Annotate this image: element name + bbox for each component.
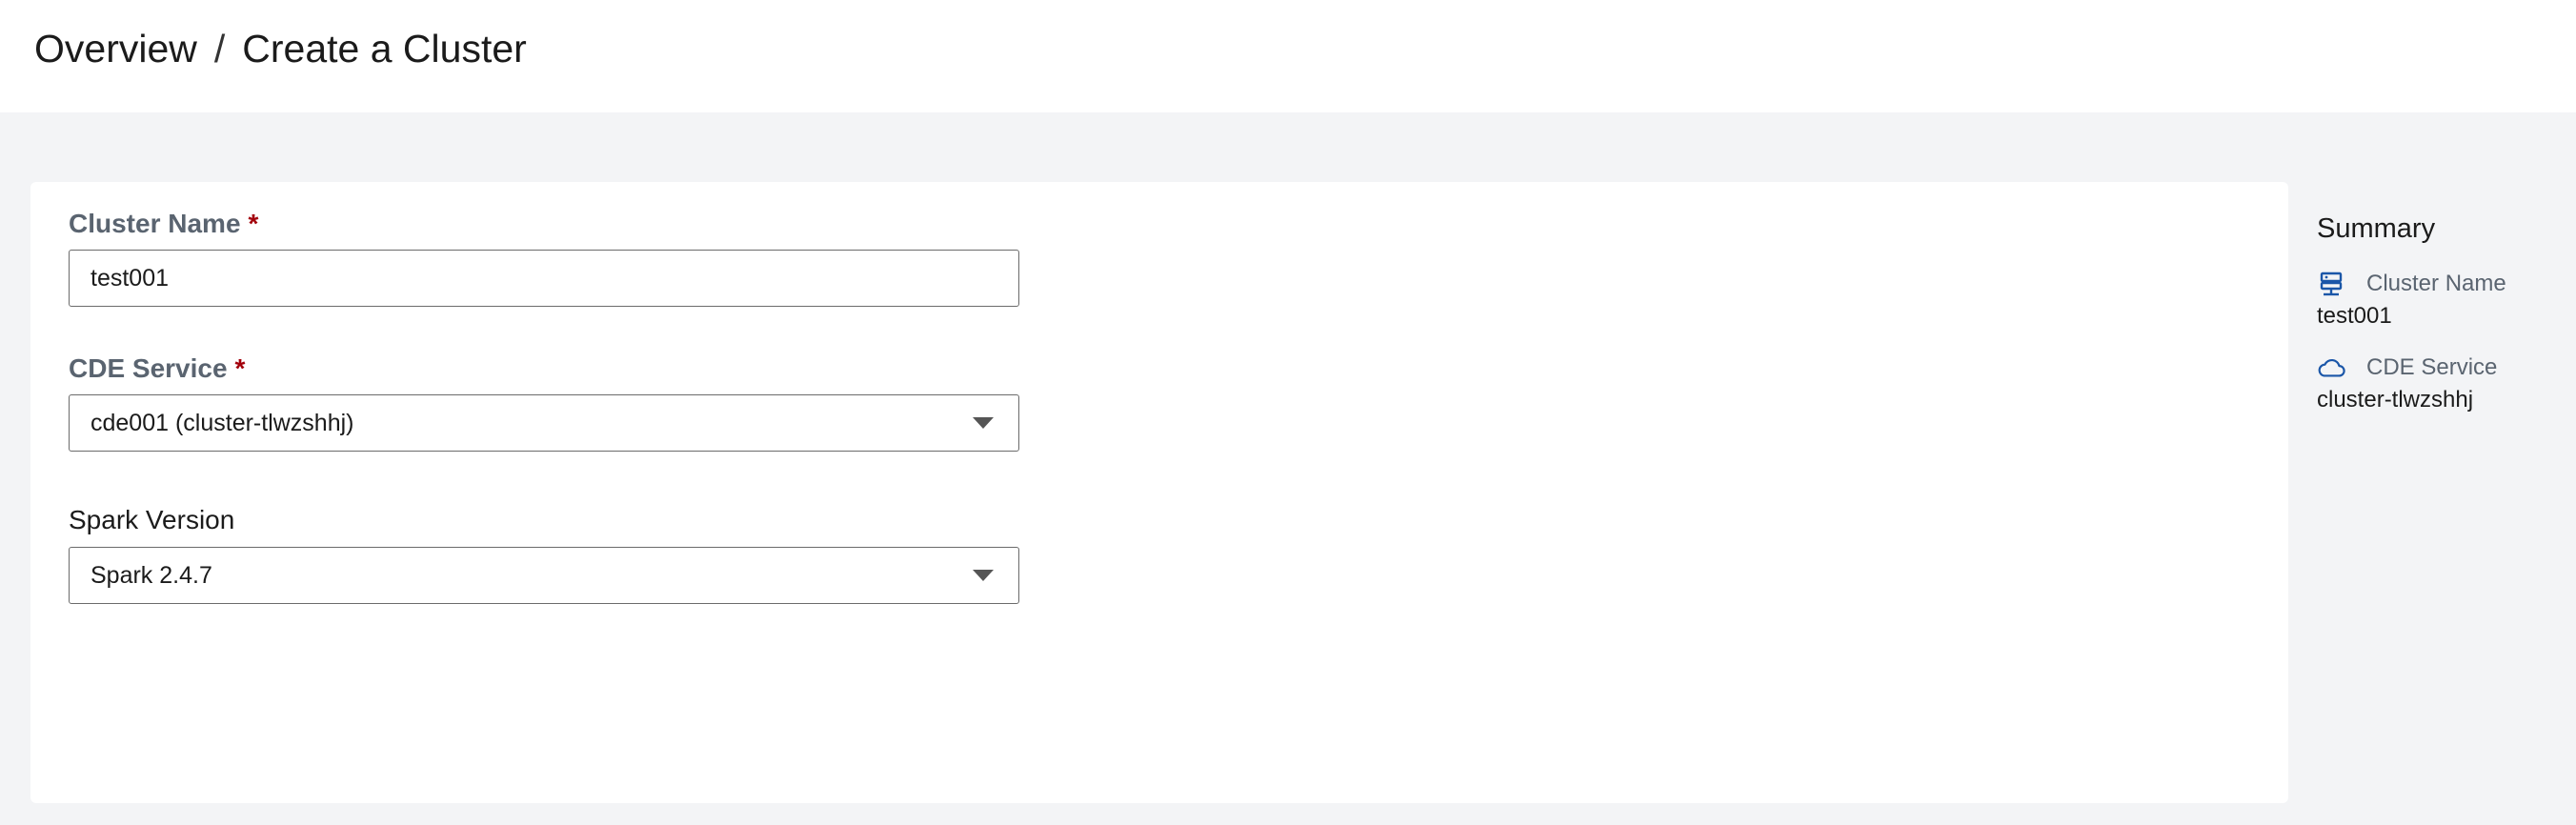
summary-item-cde-service: CDE Service cluster-tlwzshhj: [2317, 352, 2555, 417]
create-cluster-form: Cluster Name * test001 CDE Service * cde00…: [30, 182, 2288, 803]
breadcrumb-current-page: Create a Cluster: [242, 27, 527, 70]
cluster-name-input[interactable]: test001: [69, 250, 1019, 307]
summary-value: test001: [2317, 303, 2392, 329]
page-header: Overview / Create a Cluster: [0, 0, 2576, 112]
server-icon: [2317, 270, 2345, 298]
cde-service-selected-value: cde001 (cluster-tlwzshhj): [91, 409, 354, 436]
summary-label: CDE Service: [2366, 354, 2498, 380]
summary-title: Summary: [2317, 213, 2436, 244]
spark-version-label-text: Spark Version: [69, 505, 235, 534]
cde-service-label: CDE Service *: [69, 352, 245, 385]
cluster-name-label-text: Cluster Name: [69, 209, 241, 238]
spark-version-selected-value: Spark 2.4.7: [91, 561, 212, 589]
breadcrumb: Overview / Create a Cluster: [34, 25, 527, 72]
summary-label: Cluster Name: [2366, 271, 2506, 296]
required-indicator: *: [234, 353, 246, 383]
required-indicator: *: [248, 209, 259, 238]
breadcrumb-separator: /: [213, 27, 226, 70]
chevron-down-icon: [973, 570, 994, 581]
cde-service-label-text: CDE Service: [69, 353, 228, 383]
cloud-icon: [2317, 353, 2345, 382]
summary-panel: Summary Cluster Name test001 CDE Service…: [2317, 210, 2555, 417]
breadcrumb-overview-link[interactable]: Overview: [34, 25, 197, 72]
summary-value: cluster-tlwzshhj: [2317, 387, 2474, 412]
summary-item-cluster-name: Cluster Name test001: [2317, 269, 2555, 333]
spark-version-select[interactable]: Spark 2.4.7: [69, 547, 1019, 604]
cluster-name-input-value: test001: [91, 264, 170, 292]
cde-service-select[interactable]: cde001 (cluster-tlwzshhj): [69, 394, 1019, 452]
cluster-name-label: Cluster Name *: [69, 208, 258, 240]
chevron-down-icon: [973, 417, 994, 429]
spark-version-label: Spark Version: [69, 504, 234, 536]
